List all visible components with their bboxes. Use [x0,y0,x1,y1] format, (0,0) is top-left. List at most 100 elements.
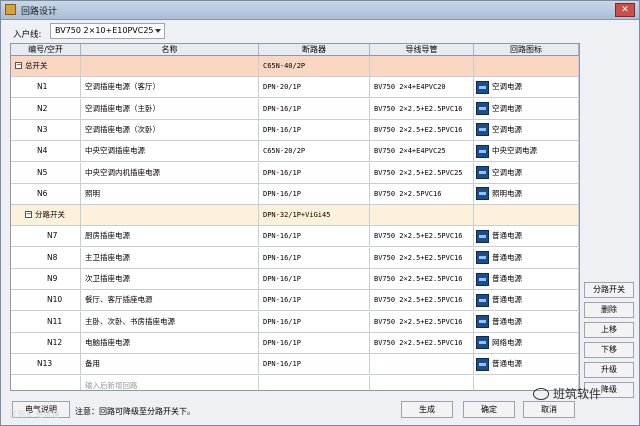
table-row[interactable]: N2 空调插座电源（主卧） DPN-16/1P BV750 2×2.5+E2.5PVC… [11,98,579,120]
cell-breaker[interactable]: DPN-16/1P [259,226,370,247]
cell-icon[interactable]: 普通电源 [474,247,579,268]
table-row[interactable]: N13 备用 DPN-16/1P 普通电源 [11,354,579,376]
table-row[interactable]: N12 电脑插座电源 DPN-16/1P BV750 2×2.5+E2.5PVC16 网… [11,332,579,354]
cell-name[interactable] [81,205,259,226]
cell-name[interactable]: 空调插座电源（次卧） [81,119,259,140]
cell-icon[interactable]: 普通电源 [474,290,579,311]
cell-breaker[interactable]: DPN-20/1P [259,77,370,98]
cell-name[interactable]: 次卫插座电源 [81,269,259,289]
cell-name[interactable]: 备用 [81,354,259,375]
cell-name[interactable]: 餐厅、客厅插座电源 [81,290,259,311]
cell-wire[interactable] [370,354,474,375]
new-row-cell[interactable] [11,375,81,390]
cell-id[interactable]: N1 [11,77,81,98]
table-row[interactable]: N4 中央空调插座电源 C65N-20/2P BV750 2×4+E4PVC25 中央空… [11,141,579,163]
move-up-button[interactable]: 上移 [584,322,634,338]
delete-button[interactable]: 删除 [584,302,634,318]
cell-icon[interactable]: 普通电源 [474,226,579,247]
table-row[interactable]: N6 照明 DPN-16/1P BV750 2×2.5PVC16 照明电源 [11,183,579,205]
cell-wire[interactable] [370,205,474,226]
cancel-button[interactable]: 取消 [523,401,575,418]
cell-id[interactable]: N3 [11,119,81,140]
cell-breaker[interactable]: DPN-16/1P [259,354,370,375]
upgrade-button[interactable]: 升级 [584,362,634,378]
cell-breaker[interactable]: DPN-16/1P [259,269,370,289]
cell-icon[interactable] [474,205,579,226]
cell-name[interactable]: 照明 [81,183,259,204]
cell-icon[interactable] [474,56,579,76]
cell-name[interactable]: 空调插座电源（主卧） [81,98,259,119]
incoming-line-select[interactable]: BV750 2×10+E10PVC25 [50,23,165,39]
col-header-id[interactable]: 编号/空开 [11,44,81,56]
table-row[interactable]: N3 空调插座电源（次卧） DPN-16/1P BV750 2×2.5+E2.5PVC… [11,119,579,141]
branch-row[interactable]: − 分路开关 DPN-32/1P+ViGi45 [11,205,579,227]
cell-breaker[interactable]: DPN-16/1P [259,247,370,268]
cell-icon[interactable]: 照明电源 [474,183,579,204]
new-row-cell[interactable] [370,375,474,390]
col-header-icon[interactable]: 回路图标 [474,44,579,56]
cell-id[interactable]: N10 [11,290,81,311]
cell-name[interactable]: 电脑插座电源 [81,332,259,353]
cell-id[interactable]: N5 [11,162,81,183]
cell-id[interactable]: N13 [11,354,81,375]
cell-wire[interactable]: BV750 2×2.5PVC16 [370,183,474,204]
cell-icon[interactable]: 网络电源 [474,332,579,353]
cell-wire[interactable]: BV750 2×2.5+E2.5PVC16 [370,269,474,289]
cell-id[interactable]: N11 [11,311,81,332]
cell-icon[interactable]: 普通电源 [474,311,579,332]
cell-wire[interactable]: BV750 2×2.5+E2.5PVC25 [370,162,474,183]
cell-icon[interactable]: 空调电源 [474,77,579,98]
cell-icon[interactable]: 中央空调电源 [474,141,579,162]
cell-breaker[interactable]: DPN-16/1P [259,183,370,204]
cell-name[interactable]: 主卧、次卧、书房插座电源 [81,311,259,332]
table-row[interactable]: N9 次卫插座电源 DPN-16/1P BV750 2×2.5+E2.5PVC16 普通… [11,269,579,290]
cell-breaker[interactable]: DPN-16/1P [259,162,370,183]
cell-breaker[interactable]: C65N-20/2P [259,141,370,162]
ok-button[interactable]: 确定 [463,401,515,418]
table-row[interactable]: N11 主卧、次卧、书房插座电源 DPN-16/1P BV750 2×2.5+E2.5… [11,311,579,333]
branch-switch-button[interactable]: 分路开关 [584,282,634,298]
cell-id[interactable]: N12 [11,332,81,353]
cell-breaker[interactable]: DPN-16/1P [259,290,370,311]
cell-breaker[interactable]: DPN-16/1P [259,98,370,119]
cell-name[interactable]: 空调插座电源（客厅） [81,77,259,98]
cell-icon[interactable]: 空调电源 [474,119,579,140]
cell-icon[interactable]: 普通电源 [474,269,579,289]
col-header-wire[interactable]: 导线导管 [370,44,474,56]
cell-wire[interactable]: BV750 2×2.5+E2.5PVC16 [370,119,474,140]
close-button[interactable]: ✕ [615,3,635,17]
cell-breaker[interactable]: DPN-32/1P+ViGi45 [259,205,370,226]
total-row[interactable]: − 总开关 C65N-40/2P [11,56,579,77]
cell-wire[interactable]: BV750 2×2.5+E2.5PVC16 [370,247,474,268]
cell-icon[interactable]: 空调电源 [474,98,579,119]
cell-wire[interactable]: BV750 2×2.5+E2.5PVC16 [370,332,474,353]
cell-wire[interactable]: BV750 2×2.5+E2.5PVC16 [370,311,474,332]
col-header-name[interactable]: 名称 [81,44,259,56]
cell-wire[interactable]: BV750 2×4+E4PVC20 [370,77,474,98]
cell-wire[interactable] [370,56,474,76]
cell-id[interactable]: N2 [11,98,81,119]
cell-wire[interactable]: BV750 2×2.5+E2.5PVC16 [370,226,474,247]
table-row[interactable]: N10 餐厅、客厅插座电源 DPN-16/1P BV750 2×2.5+E2.5PVC… [11,290,579,312]
cell-wire[interactable]: BV750 2×4+E4PVC25 [370,141,474,162]
cell-wire[interactable]: BV750 2×2.5+E2.5PVC16 [370,98,474,119]
cell-name[interactable]: 主卫插座电源 [81,247,259,268]
table-row[interactable]: N1 空调插座电源（客厅） DPN-20/1P BV750 2×4+E4PVC20 空调… [11,77,579,99]
cell-id[interactable]: − 分路开关 [11,205,81,226]
table-row[interactable]: N8 主卫插座电源 DPN-16/1P BV750 2×2.5+E2.5PVC16 普通… [11,247,579,269]
cell-wire[interactable]: BV750 2×2.5+E2.5PVC16 [370,290,474,311]
cell-breaker[interactable]: DPN-16/1P [259,332,370,353]
cell-id[interactable]: N9 [11,269,81,289]
cell-icon[interactable]: 普通电源 [474,354,579,375]
new-row-input[interactable]: 输入后新增回路 [81,375,259,390]
col-header-breaker[interactable]: 断路器 [259,44,370,56]
cell-name[interactable]: 中央空调内机插座电源 [81,162,259,183]
cell-icon[interactable]: 空调电源 [474,162,579,183]
cell-id[interactable]: N6 [11,183,81,204]
cell-breaker[interactable]: C65N-40/2P [259,56,370,76]
generate-button[interactable]: 生成 [401,401,453,418]
table-row[interactable]: N7 厨房插座电源 DPN-16/1P BV750 2×2.5+E2.5PVC16 普通… [11,226,579,248]
cell-breaker[interactable]: DPN-16/1P [259,311,370,332]
cell-name[interactable]: 中央空调插座电源 [81,141,259,162]
collapse-icon[interactable]: − [15,62,22,69]
